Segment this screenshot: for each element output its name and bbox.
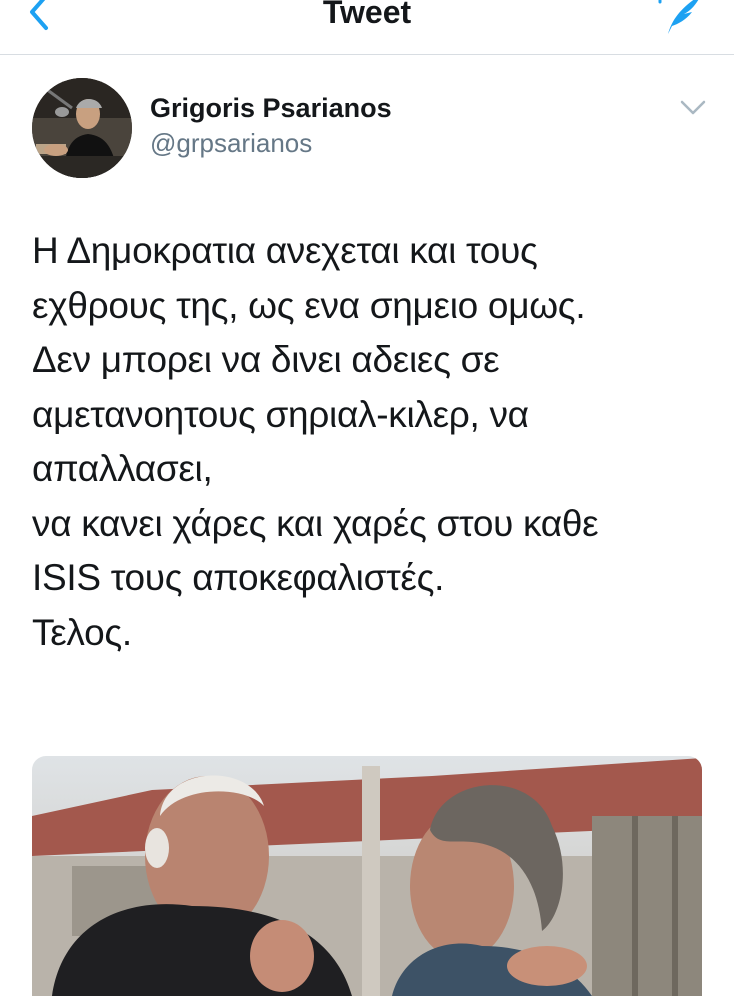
tweet-text: Η Δημοκρατια ανεχεται και τους εχθρους τ… xyxy=(32,230,599,653)
avatar[interactable] xyxy=(32,78,132,178)
page-title: Tweet xyxy=(322,0,412,30)
tweet-image[interactable] xyxy=(32,756,702,996)
author-handle[interactable]: @grpsarianos xyxy=(150,128,312,159)
top-navigation-bar: Tweet xyxy=(0,0,734,55)
author-name[interactable]: Grigoris Psarianos xyxy=(150,93,392,124)
compose-tweet-icon[interactable] xyxy=(650,0,708,38)
chevron-down-icon[interactable] xyxy=(678,96,708,120)
